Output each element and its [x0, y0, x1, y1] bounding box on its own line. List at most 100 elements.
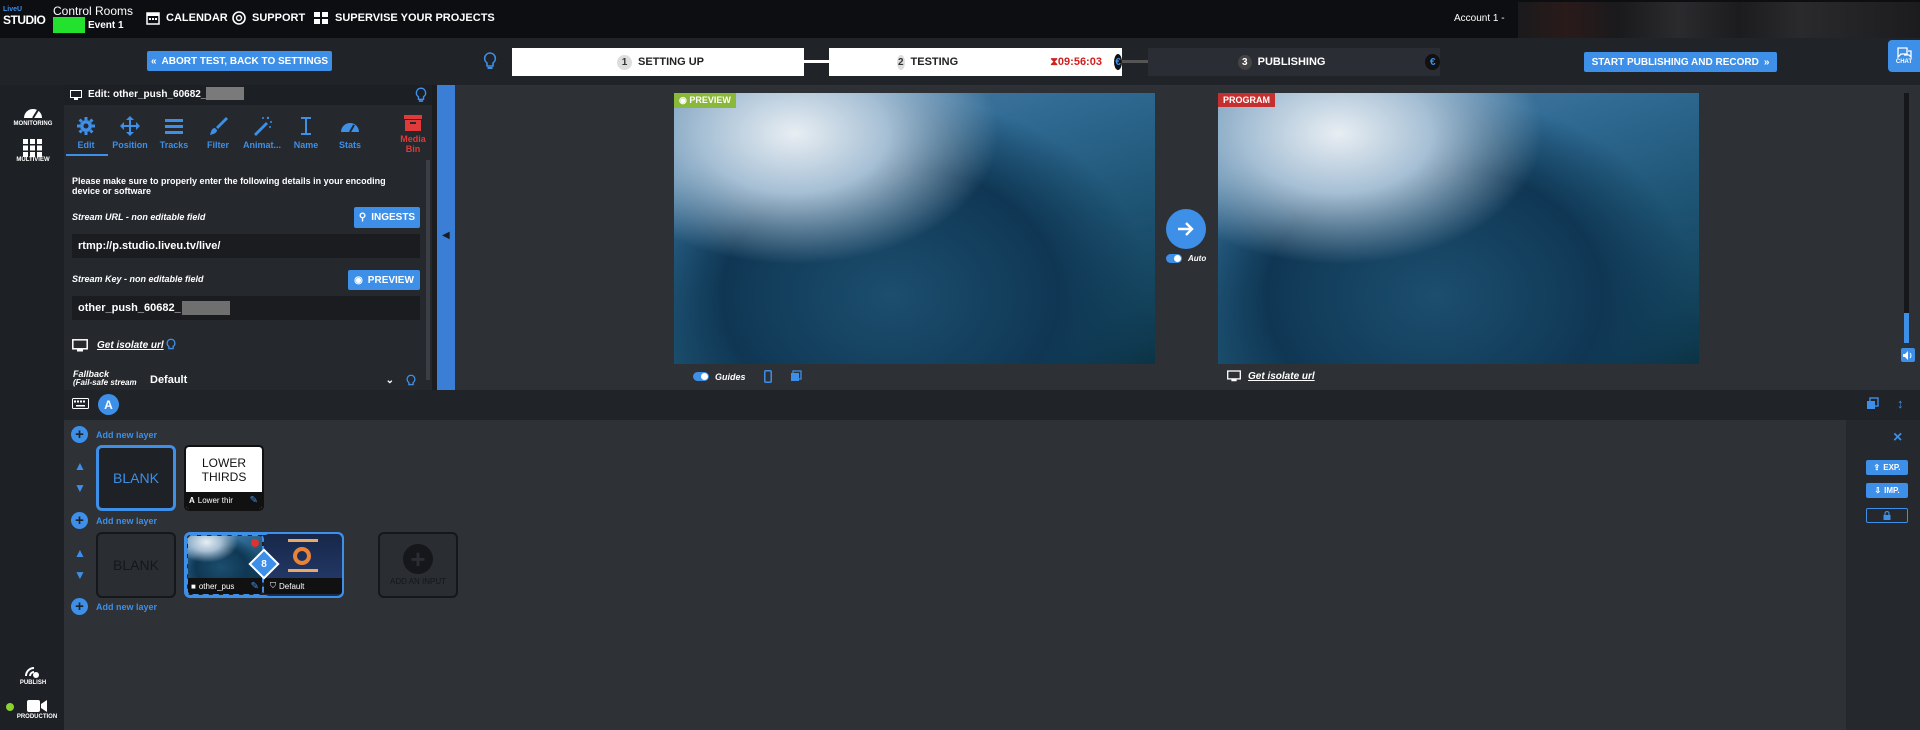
keyboard-icon[interactable]: [72, 398, 89, 409]
step-setting-up[interactable]: 1 SETTING UP: [512, 48, 804, 76]
edit-panel-scrollbar[interactable]: [426, 160, 430, 380]
top-bar: LiveU STUDIO Control Rooms - Event 1 CAL…: [0, 0, 1920, 38]
tool-position[interactable]: Position: [108, 116, 152, 150]
rail-multiview[interactable]: MULTIVIEW: [8, 139, 58, 163]
plus-circle-icon: +: [71, 426, 88, 443]
step-number: 3: [1238, 54, 1252, 70]
stream-url-label: Stream URL - non editable field: [72, 212, 206, 222]
export-button[interactable]: ⇪ EXP.: [1866, 460, 1908, 475]
layer-2-move-up[interactable]: ▲: [71, 546, 89, 560]
nav-calendar[interactable]: CALENDAR: [146, 11, 228, 25]
step-number: 2: [897, 54, 905, 70]
arrow-right-icon: [1178, 222, 1194, 236]
left-rail: [0, 85, 64, 730]
map-pin-icon: ⚲: [358, 212, 367, 223]
import-button[interactable]: ⇩ IMP.: [1866, 483, 1908, 498]
tool-stats[interactable]: Stats: [328, 116, 372, 150]
rail-production[interactable]: PRODUCTION: [12, 698, 62, 720]
volume-button[interactable]: [1901, 348, 1915, 362]
layer-1-move-up[interactable]: ▲: [71, 459, 89, 473]
step-testing[interactable]: 2 TESTING ⧗ 09:56:03 €: [829, 48, 1122, 76]
add-new-layer-bottom[interactable]: + Add new layer: [71, 598, 157, 615]
preview-monitor[interactable]: ◉ PREVIEW: [674, 93, 1155, 364]
euro-icon[interactable]: €: [1425, 54, 1440, 70]
stream-url-field[interactable]: rtmp://p.studio.liveu.tv/live/: [72, 234, 420, 258]
chat-button[interactable]: CHAT: [1888, 40, 1920, 72]
mobile-phone-icon[interactable]: [764, 370, 772, 383]
step-connector: [804, 60, 829, 63]
shield-icon: ⛉: [270, 581, 276, 590]
download-icon: ⇩: [1874, 486, 1882, 495]
eye-icon: ◉: [354, 274, 363, 286]
event-name[interactable]: Event 1: [88, 20, 124, 31]
audio-level-meter: [1904, 93, 1909, 343]
tool-animation[interactable]: Animat...: [240, 116, 284, 150]
stream-key-field[interactable]: other_push_60682_: [72, 296, 420, 320]
rail-monitoring[interactable]: MONITORING: [8, 103, 58, 127]
lightbulb-icon[interactable]: [415, 86, 427, 104]
euro-icon[interactable]: €: [1113, 54, 1122, 70]
step-publishing[interactable]: 3 PUBLISHING €: [1148, 48, 1440, 76]
layer-2-move-down[interactable]: ▼: [71, 568, 89, 582]
add-new-layer-top[interactable]: + Add new layer: [71, 426, 157, 443]
layer-2-blank-tile[interactable]: BLANK: [96, 532, 176, 598]
input-count-label: 8: [261, 558, 267, 570]
program-isolate-url-link[interactable]: Get isolate url: [1248, 371, 1315, 382]
add-new-layer-middle[interactable]: + Add new layer: [71, 512, 157, 529]
double-chevron-left-icon: «: [150, 55, 157, 67]
lightbulb-icon[interactable]: [166, 338, 176, 352]
layer-1-blank-tile[interactable]: BLANK: [96, 445, 176, 511]
account-menu[interactable]: Account 1 -: [1454, 13, 1505, 24]
satellite-icon: [25, 667, 39, 678]
edit-tab-underline: [66, 154, 108, 156]
media-bin-button[interactable]: Media Bin: [400, 114, 426, 154]
guides-toggle[interactable]: [693, 372, 709, 381]
collapse-panel-handle[interactable]: ◀: [437, 85, 455, 390]
lightbulb-icon[interactable]: [406, 374, 416, 388]
control-rooms-dropdown-icon[interactable]: -: [128, 6, 131, 16]
edit-panel-title: Edit: other_push_60682_: [88, 89, 207, 100]
tool-name[interactable]: Name: [284, 116, 328, 150]
tool-filter[interactable]: Filter: [196, 116, 240, 150]
fallback-select[interactable]: Default ⌄: [144, 370, 400, 390]
lower-thirds-tile[interactable]: LOWER THIRDS A Lower thir ✎: [184, 445, 264, 511]
text-a-icon: A: [189, 496, 195, 505]
caret-left-icon: ◀: [442, 230, 450, 241]
auto-toggle[interactable]: [1166, 254, 1182, 263]
gear-icon: [77, 117, 95, 135]
vertical-resize-icon[interactable]: ↕: [1897, 396, 1904, 411]
rail-publish[interactable]: PUBLISH: [8, 662, 58, 686]
layer-1-move-down[interactable]: ▼: [71, 481, 89, 495]
tool-edit[interactable]: Edit: [64, 116, 108, 150]
duplicate-icon[interactable]: [1866, 397, 1879, 410]
chat-bubble-icon: [1897, 47, 1912, 59]
take-transition-button[interactable]: [1166, 209, 1206, 249]
pencil-icon[interactable]: ✎: [251, 581, 259, 592]
nav-supervise-projects[interactable]: SUPERVISE YOUR PROJECTS: [313, 11, 495, 25]
lock-button[interactable]: [1866, 508, 1908, 523]
program-video-frame: [1218, 93, 1699, 364]
control-rooms-label[interactable]: Control Rooms: [53, 4, 133, 18]
get-isolate-url-link[interactable]: Get isolate url: [97, 340, 164, 351]
audio-level-fill: [1904, 313, 1909, 343]
eye-icon: ◉: [679, 95, 687, 105]
copy-layers-icon[interactable]: [790, 370, 802, 382]
tool-tracks[interactable]: Tracks: [152, 116, 196, 150]
lightbulb-icon[interactable]: [483, 52, 497, 70]
tracks-lines-icon: [165, 119, 183, 134]
hourglass-icon: ⧗: [1050, 55, 1058, 68]
close-icon[interactable]: ×: [1893, 429, 1902, 447]
pencil-icon[interactable]: ✎: [250, 495, 258, 506]
nav-support[interactable]: SUPPORT: [232, 11, 305, 25]
start-publishing-button[interactable]: START PUBLISHING AND RECORD »: [1584, 52, 1777, 72]
ingests-button[interactable]: ⚲ INGESTS: [354, 207, 420, 228]
liveu-logo[interactable]: LiveU STUDIO: [3, 6, 47, 32]
plus-circle-icon: +: [403, 544, 433, 574]
gauge-icon: [24, 109, 42, 119]
scene-a-button[interactable]: A: [98, 394, 119, 415]
thumbnail-text-bottom: [288, 569, 318, 572]
abort-test-button[interactable]: « ABORT TEST, BACK TO SETTINGS: [147, 51, 332, 71]
preview-key-button[interactable]: ◉ PREVIEW: [348, 270, 420, 290]
program-monitor[interactable]: PROGRAM: [1218, 93, 1699, 364]
add-input-tile[interactable]: + ADD AN INPUT: [378, 532, 458, 598]
